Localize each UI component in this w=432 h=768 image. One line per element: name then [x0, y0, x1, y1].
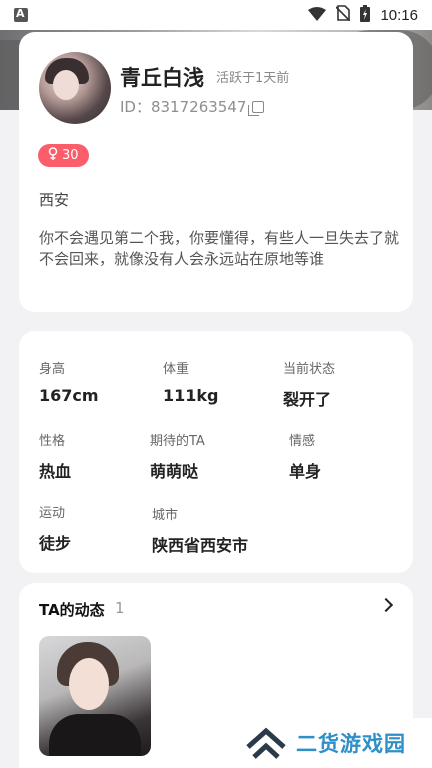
- copy-icon[interactable]: [248, 100, 265, 116]
- user-id: ID：8317263547: [120, 96, 265, 117]
- location-text: 西安: [39, 191, 70, 209]
- bio-text: 你不会遇见第二个我，你要懂得，有些人一旦失去了就不会回来，就像没有人会永远站在原…: [39, 229, 400, 268]
- field-value: 167cm: [39, 386, 99, 405]
- watermark: 二货游戏园: [238, 718, 432, 768]
- field-label: 身高: [39, 362, 66, 377]
- user-id-text: ID：8317263547: [120, 98, 247, 116]
- field-label: 当前状态: [283, 362, 336, 377]
- field-expected: 期待的TA 萌萌哒: [150, 430, 205, 482]
- field-status: 当前状态 裂开了: [283, 358, 335, 410]
- field-value: 徒步: [39, 534, 72, 553]
- field-label: 性格: [39, 434, 66, 449]
- profile-card: 青丘白浅 活跃于1天前 ID：8317263547 30 西安 你不会遇见第二个…: [19, 32, 413, 312]
- field-city: 城市 陕西省西安市: [152, 504, 248, 556]
- avatar[interactable]: [39, 52, 111, 124]
- field-value: 裂开了: [283, 390, 332, 409]
- no-sim-icon: [335, 5, 352, 25]
- field-label: 体重: [163, 362, 190, 377]
- chevron-right-icon[interactable]: [378, 597, 394, 613]
- field-sport: 运动 徒步: [39, 502, 71, 554]
- field-emotion: 情感 单身: [289, 430, 321, 482]
- field-label: 期待的TA: [150, 434, 205, 449]
- moments-count: 1: [115, 599, 125, 617]
- watermark-text: 二货游戏园: [296, 732, 406, 756]
- field-value: 单身: [289, 462, 322, 481]
- watermark-logo-icon: [244, 725, 288, 761]
- field-value: 热血: [39, 462, 72, 481]
- female-icon: [48, 147, 58, 164]
- field-weight: 体重 111kg: [163, 358, 219, 405]
- moments-title: TA的动态: [39, 601, 105, 619]
- gender-age-badge: 30: [38, 144, 89, 167]
- battery-icon: [360, 4, 371, 26]
- field-value: 萌萌哒: [150, 462, 199, 481]
- status-bar: 10:16: [0, 0, 432, 30]
- last-active: 活跃于1天前: [216, 71, 290, 86]
- app-notification-icon: [14, 7, 28, 22]
- moment-photo[interactable]: [39, 636, 151, 756]
- age-value: 30: [62, 148, 79, 163]
- clock: 10:16: [380, 6, 418, 24]
- field-label: 情感: [289, 434, 316, 449]
- nickname: 青丘白浅: [120, 66, 204, 90]
- field-label: 城市: [152, 508, 179, 523]
- field-personality: 性格 热血: [39, 430, 71, 482]
- field-value: 111kg: [163, 386, 219, 405]
- field-label: 运动: [39, 506, 66, 521]
- field-height: 身高 167cm: [39, 358, 99, 405]
- field-value: 陕西省西安市: [152, 536, 249, 555]
- details-card: 身高 167cm 体重 111kg 当前状态 裂开了 性格 热血 期待的TA 萌…: [19, 331, 413, 573]
- wifi-icon: [308, 6, 327, 25]
